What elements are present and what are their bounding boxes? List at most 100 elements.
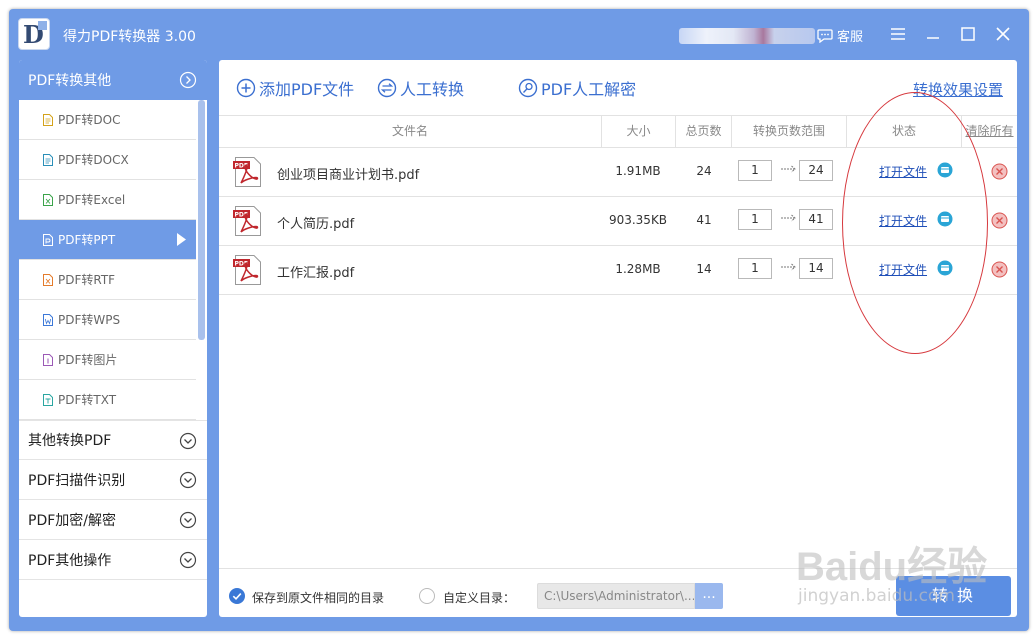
- sidebar-scrollbar[interactable]: [198, 100, 205, 340]
- range-start-input[interactable]: 1: [738, 160, 772, 181]
- sidebar-item-pdf-to-wps[interactable]: PDF转WPS: [19, 300, 196, 340]
- range-end-input[interactable]: 41: [799, 209, 833, 230]
- chevron-right-icon: [179, 71, 197, 89]
- plus-circle-icon: [236, 78, 256, 98]
- manual-convert-button[interactable]: 人工转换: [377, 77, 464, 99]
- menu-button[interactable]: [889, 25, 907, 43]
- close-button[interactable]: [994, 25, 1012, 43]
- swap-arrows-icon: [377, 78, 397, 98]
- triangle-right-icon: [177, 233, 186, 246]
- file-pages: 24: [696, 164, 712, 178]
- sidebar-item-pdf-to-docx[interactable]: PDF转DOCX: [19, 140, 196, 180]
- menu-icon: [891, 28, 905, 40]
- add-pdf-label: 添加PDF文件: [259, 80, 355, 99]
- red-annotation-ellipse: [842, 92, 988, 354]
- wps-file-icon: [43, 313, 53, 326]
- app-window: D 得力PDF转换器 3.00 客服 PDF转换其他 PDF转DOC PDF转D…: [9, 9, 1029, 631]
- sidebar-item-label: PDF转PPT: [58, 233, 116, 247]
- delete-icon[interactable]: [991, 163, 1008, 180]
- sidebar-group-other-ops[interactable]: PDF其他操作: [19, 540, 207, 580]
- browse-folder-button[interactable]: ...: [695, 583, 723, 609]
- sidebar-item-pdf-to-txt[interactable]: PDF转TXT: [19, 380, 196, 420]
- sidebar-item-label: PDF转图片: [58, 353, 118, 367]
- customer-service-button[interactable]: 客服: [817, 26, 863, 45]
- sidebar-item-label: PDF转DOC: [58, 113, 121, 127]
- sidebar-group-label: PDF其他操作: [28, 552, 112, 569]
- rtf-file-icon: [43, 273, 53, 286]
- file-name: 创业项目商业计划书.pdf: [277, 168, 420, 183]
- file-size: 903.35KB: [608, 213, 668, 227]
- column-header-name: 文件名: [219, 116, 602, 147]
- column-header-size: 大小: [602, 116, 676, 147]
- sidebar-item-pdf-to-rtf[interactable]: PDF转RTF: [19, 260, 196, 300]
- arrow-right-icon: [781, 214, 796, 222]
- minimize-icon: [927, 37, 939, 39]
- txt-file-icon: [43, 393, 53, 406]
- app-logo: D: [18, 18, 50, 50]
- sidebar-item-pdf-to-ppt[interactable]: PDF转PPT: [19, 220, 196, 260]
- sidebar-group-label: 其他转换PDF: [28, 433, 112, 449]
- file-name: 个人简历.pdf: [277, 217, 355, 232]
- title-bar: D 得力PDF转换器 3.00 客服: [9, 9, 1029, 61]
- docx-file-icon: [43, 153, 53, 166]
- pdf-file-icon: PDF: [233, 206, 261, 236]
- arrow-right-icon: [781, 263, 796, 271]
- column-header-range: 转换页数范围: [732, 116, 847, 147]
- arrow-right-icon: [781, 165, 796, 173]
- same-dir-radio[interactable]: [229, 588, 245, 604]
- chevron-down-icon: [179, 471, 197, 489]
- excel-file-icon: [43, 193, 53, 206]
- sidebar: PDF转换其他 PDF转DOC PDF转DOCX PDF转Excel PDF转P…: [19, 60, 207, 617]
- sidebar-item-pdf-to-excel[interactable]: PDF转Excel: [19, 180, 196, 220]
- sidebar-item-label: PDF转DOCX: [58, 153, 129, 167]
- file-pages: 41: [696, 213, 712, 227]
- close-icon: [996, 27, 1010, 41]
- image-file-icon: [43, 353, 53, 366]
- range-end-input[interactable]: 14: [799, 258, 833, 279]
- file-pages: 14: [696, 262, 712, 276]
- chat-bubble-icon: [817, 28, 833, 43]
- sidebar-group-other-to-pdf[interactable]: 其他转换PDF: [19, 420, 207, 460]
- sidebar-group-label: PDF加密/解密: [28, 512, 116, 529]
- sidebar-group-scan-ocr[interactable]: PDF扫描件识别: [19, 460, 207, 500]
- delete-icon[interactable]: [991, 212, 1008, 229]
- main-panel: 添加PDF文件 人工转换 PDF人工解密 转换效果设置 文件名 大小 总页数 转…: [219, 60, 1017, 617]
- custom-dir-label: 自定义目录：: [443, 591, 516, 605]
- manual-decrypt-label: PDF人工解密: [541, 80, 637, 99]
- ppt-file-icon: [43, 233, 53, 246]
- same-dir-label: 保存到原文件相同的目录: [252, 591, 385, 605]
- column-header-pages: 总页数: [676, 116, 732, 147]
- sidebar-item-pdf-to-image[interactable]: PDF转图片: [19, 340, 196, 380]
- sidebar-item-label: PDF转WPS: [58, 313, 121, 327]
- chevron-down-icon: [179, 432, 197, 450]
- sidebar-item-pdf-to-doc[interactable]: PDF转DOC: [19, 100, 196, 140]
- delete-icon[interactable]: [991, 261, 1008, 278]
- custom-dir-path-input[interactable]: C:\Users\Administrator\...: [537, 583, 695, 609]
- pdf-file-icon: PDF: [233, 255, 261, 285]
- chevron-down-icon: [179, 551, 197, 569]
- account-info-blurred: [679, 28, 815, 44]
- sidebar-group-label: PDF转换其他: [28, 73, 112, 89]
- add-pdf-button[interactable]: 添加PDF文件: [236, 77, 354, 99]
- convert-button[interactable]: 转 换: [896, 576, 1011, 616]
- sidebar-item-label: PDF转Excel: [58, 193, 126, 207]
- file-size: 1.91MB: [615, 164, 661, 178]
- pdf-file-icon: PDF: [233, 157, 261, 187]
- chevron-down-icon: [179, 511, 197, 529]
- range-start-input[interactable]: 1: [738, 258, 772, 279]
- minimize-button[interactable]: [924, 25, 942, 43]
- output-options-bar: 保存到原文件相同的目录 自定义目录： C:\Users\Administrato…: [219, 568, 1017, 617]
- sidebar-group-encrypt-decrypt[interactable]: PDF加密/解密: [19, 500, 207, 540]
- range-end-input[interactable]: 24: [799, 160, 833, 181]
- sidebar-item-label: PDF转TXT: [58, 393, 117, 407]
- custom-dir-radio[interactable]: [419, 588, 435, 604]
- maximize-button[interactable]: [959, 25, 977, 43]
- manual-decrypt-button[interactable]: PDF人工解密: [518, 77, 636, 99]
- doc-file-icon: [43, 113, 53, 126]
- key-search-icon: [518, 78, 538, 98]
- sidebar-group-pdf-to-other[interactable]: PDF转换其他: [19, 60, 207, 100]
- app-title: 得力PDF转换器 3.00: [63, 29, 196, 45]
- file-size: 1.28MB: [615, 262, 661, 276]
- sidebar-item-label: PDF转RTF: [58, 273, 116, 287]
- range-start-input[interactable]: 1: [738, 209, 772, 230]
